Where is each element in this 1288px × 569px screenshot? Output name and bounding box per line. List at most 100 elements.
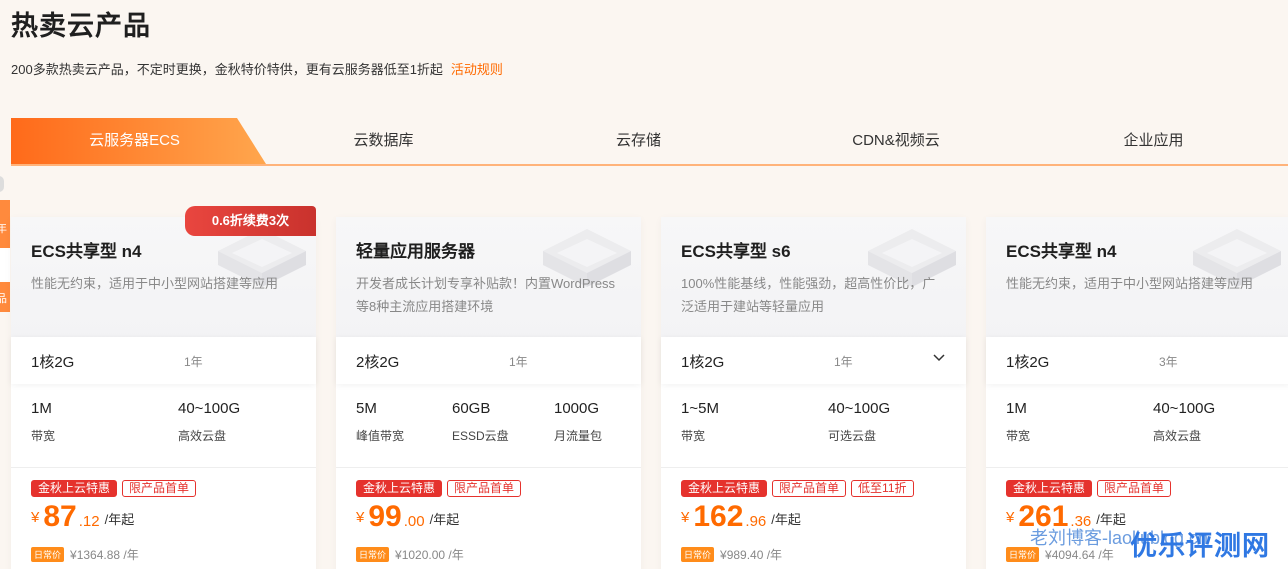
- spec-label: 带宽: [31, 429, 56, 443]
- promo-tag: 金秋上云特惠: [31, 480, 118, 497]
- spec-list: 1~5M 带宽 40~100G 可选云盘: [661, 384, 966, 468]
- promo-tags: 金秋上云特惠 限产品首单 低至11折: [681, 480, 919, 498]
- spec-traffic: 1000G 月流量包: [554, 400, 602, 444]
- spec-disk: 40~100G 可选云盘: [828, 400, 890, 444]
- spec-disk: 40~100G 高效云盘: [178, 400, 240, 444]
- spec-label: 可选云盘: [828, 429, 877, 443]
- product-card: ECS共享型 n4 性能无约束，适用于中小型网站搭建等应用 1核2G 3年 1M…: [986, 217, 1288, 569]
- spec-list: 1M 带宽 40~100G 高效云盘: [11, 384, 316, 468]
- config-selector[interactable]: 1核2G 1年: [11, 337, 316, 384]
- config-period: 1年: [184, 355, 203, 369]
- daily-price-badge: 日常价: [681, 547, 715, 562]
- card-product-name: ECS共享型 s6: [681, 242, 791, 261]
- spec-list: 5M 峰值带宽 60GB ESSD云盘 1000G 月流量包: [336, 384, 641, 468]
- page-title: 热卖云产品: [11, 11, 151, 41]
- spec-value: 40~100G: [828, 400, 891, 417]
- tab-ecs[interactable]: 云服务器ECS: [11, 118, 266, 164]
- promo-tag: 金秋上云特惠: [681, 480, 768, 497]
- config-period: 1年: [509, 355, 528, 369]
- side-widget-char-bottom: 品: [0, 293, 7, 305]
- chevron-down-icon[interactable]: [932, 351, 946, 365]
- spec-label: 月流量包: [554, 429, 603, 443]
- card-description: 性能无约束，适用于中小型网站搭建等应用: [1006, 276, 1254, 291]
- tab-storage[interactable]: 云存储: [566, 118, 711, 164]
- spec-label: ESSD云盘: [452, 429, 509, 443]
- spec-value: 5M: [356, 400, 377, 417]
- card-header: ECS共享型 n4 性能无约束，适用于中小型网站搭建等应用: [986, 217, 1288, 337]
- price-currency: ¥: [1006, 509, 1015, 526]
- product-card: ECS共享型 n4 性能无约束，适用于中小型网站搭建等应用 0.6折续费3次 1…: [11, 206, 316, 569]
- spec-value: 40~100G: [1153, 400, 1216, 417]
- config-period: 3年: [1159, 355, 1178, 369]
- spec-value: 60GB: [452, 400, 491, 417]
- daily-price-badge: 日常价: [31, 547, 65, 562]
- card-header: ECS共享型 s6 100%性能基线，性能强劲，超高性价比，广泛适用于建站等轻量…: [661, 217, 966, 337]
- daily-price-text: ¥1364.88 /年: [70, 548, 139, 562]
- price-decimal: .96: [745, 513, 767, 530]
- price-unit: /年起: [104, 512, 135, 527]
- spec-bandwidth: 1M 带宽: [31, 400, 55, 444]
- tab-database[interactable]: 云数据库: [311, 118, 456, 164]
- spec-label: 带宽: [1006, 429, 1031, 443]
- spec-value: 1M: [1006, 400, 1027, 417]
- site-watermark: 优乐评测网: [1130, 531, 1270, 561]
- tab-enterprise-apps[interactable]: 企业应用: [1081, 118, 1226, 164]
- tab-cdn-video[interactable]: CDN&视频云: [821, 118, 971, 164]
- promo-tag: 限产品首单: [1097, 480, 1172, 497]
- spec-bandwidth: 1~5M 带宽: [681, 400, 719, 444]
- daily-price: 日常价 ¥989.40 /年: [681, 546, 782, 563]
- price: ¥87.12/年起: [31, 500, 134, 534]
- spec-value: 1~5M: [681, 400, 719, 417]
- promo-tags: 金秋上云特惠 限产品首单: [356, 480, 526, 498]
- spec-label: 高效云盘: [178, 429, 227, 443]
- promo-tag: 金秋上云特惠: [1006, 480, 1093, 497]
- price-decimal: .12: [78, 513, 100, 530]
- spec-disk: 40~100G 高效云盘: [1153, 400, 1215, 444]
- side-floating-widget[interactable]: 年 品: [0, 200, 10, 312]
- config-spec: 2核2G: [356, 354, 400, 371]
- product-card: 轻量应用服务器 开发者成长计划专享补贴款！内置WordPress等8种主流应用搭…: [336, 217, 641, 569]
- spec-label: 峰值带宽: [356, 429, 405, 443]
- daily-price-badge: 日常价: [356, 547, 390, 562]
- spec-disk: 60GB ESSD云盘: [452, 400, 509, 444]
- price-unit: /年起: [771, 512, 801, 527]
- price: ¥99.00/年起: [356, 500, 459, 534]
- spec-value: 1M: [31, 400, 52, 417]
- card-product-name: 轻量应用服务器: [356, 242, 475, 261]
- daily-price-text: ¥4094.64 /年: [1045, 548, 1114, 562]
- spec-label: 高效云盘: [1153, 429, 1202, 443]
- spec-value: 40~100G: [178, 400, 241, 417]
- spec-value: 1000G: [554, 400, 600, 417]
- config-period: 1年: [834, 355, 853, 369]
- side-widget-white-gap: [0, 248, 10, 282]
- config-spec: 1核2G: [1006, 354, 1050, 371]
- card-description: 性能无约束，适用于中小型网站搭建等应用: [31, 276, 279, 291]
- promo-tag: 限产品首单: [772, 480, 847, 497]
- price-currency: ¥: [356, 509, 365, 526]
- spec-list: 1M 带宽 40~100G 高效云盘: [986, 384, 1288, 468]
- price-decimal: .00: [403, 513, 425, 530]
- promo-tag: 限产品首单: [447, 480, 522, 497]
- spec-bandwidth: 5M 峰值带宽: [356, 400, 404, 444]
- config-selector[interactable]: 1核2G 3年: [986, 337, 1288, 384]
- config-selector[interactable]: 1核2G 1年: [661, 337, 966, 384]
- price-integer: 87: [43, 500, 77, 533]
- card-product-name: ECS共享型 n4: [1006, 242, 1117, 261]
- config-spec: 1核2G: [681, 354, 725, 371]
- price-unit: /年起: [429, 512, 460, 527]
- spec-label: 带宽: [681, 429, 706, 443]
- activity-rules-link[interactable]: 活动规则: [451, 62, 503, 77]
- product-card: ECS共享型 s6 100%性能基线，性能强劲，超高性价比，广泛适用于建站等轻量…: [661, 217, 966, 569]
- price-currency: ¥: [31, 509, 40, 526]
- card-description: 开发者成长计划专享补贴款！内置WordPress等8种主流应用搭建环境: [356, 276, 616, 314]
- spec-bandwidth: 1M 带宽: [1006, 400, 1030, 444]
- renewal-discount-badge: 0.6折续费3次: [185, 206, 316, 236]
- side-scroll-dot[interactable]: [0, 176, 4, 192]
- config-spec: 1核2G: [31, 354, 75, 371]
- daily-price-text: ¥989.40 /年: [720, 548, 783, 562]
- product-tabs: 云服务器ECS 云数据库 云存储 CDN&视频云 企业应用: [11, 118, 1288, 166]
- config-selector[interactable]: 2核2G 1年: [336, 337, 641, 384]
- price-currency: ¥: [681, 509, 690, 526]
- price-integer: 162: [693, 500, 744, 533]
- daily-price-text: ¥1020.00 /年: [395, 548, 464, 562]
